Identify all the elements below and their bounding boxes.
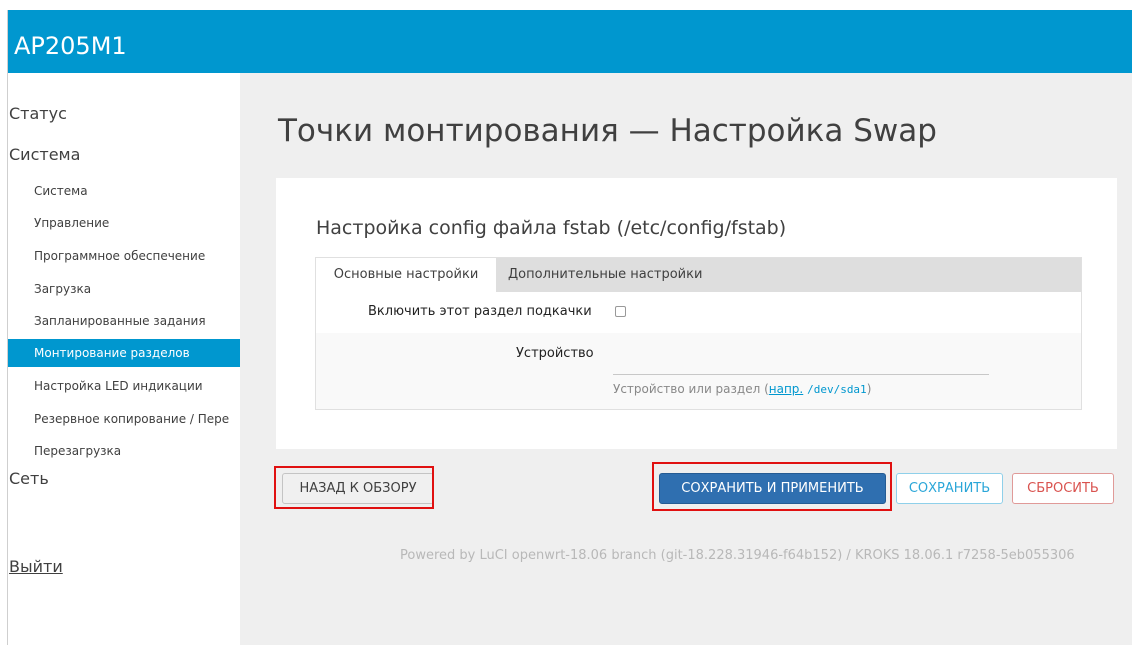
save-button[interactable]: СОХРАНИТЬ xyxy=(896,473,1003,504)
nav-sub-backup[interactable]: Резервное копирование / Пере xyxy=(8,405,240,433)
enable-swap-label: Включить этот раздел подкачки xyxy=(368,304,592,319)
device-label: Устройство xyxy=(516,346,594,361)
nav-sub-scheduled-tasks[interactable]: Запланированные задания xyxy=(8,307,240,335)
tab-general[interactable]: Основные настройки xyxy=(316,258,496,292)
sidebar: Статус Система Система Управление Програ… xyxy=(8,73,240,645)
device-hint-close: ) xyxy=(866,382,872,396)
nav-system[interactable]: Система xyxy=(9,145,80,164)
device-input[interactable] xyxy=(613,350,989,375)
device-hint: Устройство или раздел (напр. /dev/sda1) xyxy=(613,382,871,396)
nav-sub-software[interactable]: Программное обеспечение xyxy=(8,242,240,270)
back-to-overview-button[interactable]: НАЗАД К ОБЗОРУ xyxy=(282,473,434,504)
footer-text: Powered by LuCI openwrt-18.06 branch (gi… xyxy=(400,548,1075,563)
settings-card: Настройка config файла fstab (/etc/confi… xyxy=(276,178,1117,449)
save-apply-button[interactable]: СОХРАНИТЬ И ПРИМЕНИТЬ xyxy=(659,473,886,504)
nav-sub-reboot[interactable]: Перезагрузка xyxy=(8,437,240,465)
nav-sub-system[interactable]: Система xyxy=(8,177,240,205)
nav-status[interactable]: Статус xyxy=(9,104,67,123)
brand-title[interactable]: AP205M1 xyxy=(14,32,127,60)
nav-network[interactable]: Сеть xyxy=(9,469,49,488)
enable-swap-row: Включить этот раздел подкачки xyxy=(316,292,1081,333)
settings-panel: Основные настройки Дополнительные настро… xyxy=(315,257,1082,410)
device-hint-example: /dev/sda1 xyxy=(807,383,867,396)
device-hint-text: Устройство или раздел ( xyxy=(613,382,769,396)
header-bar: AP205M1 xyxy=(8,10,1132,73)
logout-link[interactable]: Выйти xyxy=(9,557,63,576)
device-hint-link[interactable]: напр. xyxy=(769,382,803,396)
section-title: Настройка config файла fstab (/etc/confi… xyxy=(316,217,787,239)
device-row: Устройство Устройство или раздел (напр. … xyxy=(316,333,1081,409)
tab-bar: Основные настройки Дополнительные настро… xyxy=(316,258,1081,292)
nav-sub-startup[interactable]: Загрузка xyxy=(8,275,240,303)
reset-button[interactable]: СБРОСИТЬ xyxy=(1012,473,1114,504)
page-title: Точки монтирования — Настройка Swap xyxy=(278,113,937,149)
nav-sub-mount-points[interactable]: Монтирование разделов xyxy=(8,339,240,367)
app-frame: AP205M1 Статус Система Система Управлени… xyxy=(7,10,1132,645)
tab-advanced[interactable]: Дополнительные настройки xyxy=(508,258,702,292)
nav-sub-led[interactable]: Настройка LED индикации xyxy=(8,372,240,400)
enable-swap-checkbox[interactable] xyxy=(615,306,626,317)
nav-sub-management[interactable]: Управление xyxy=(8,209,240,237)
